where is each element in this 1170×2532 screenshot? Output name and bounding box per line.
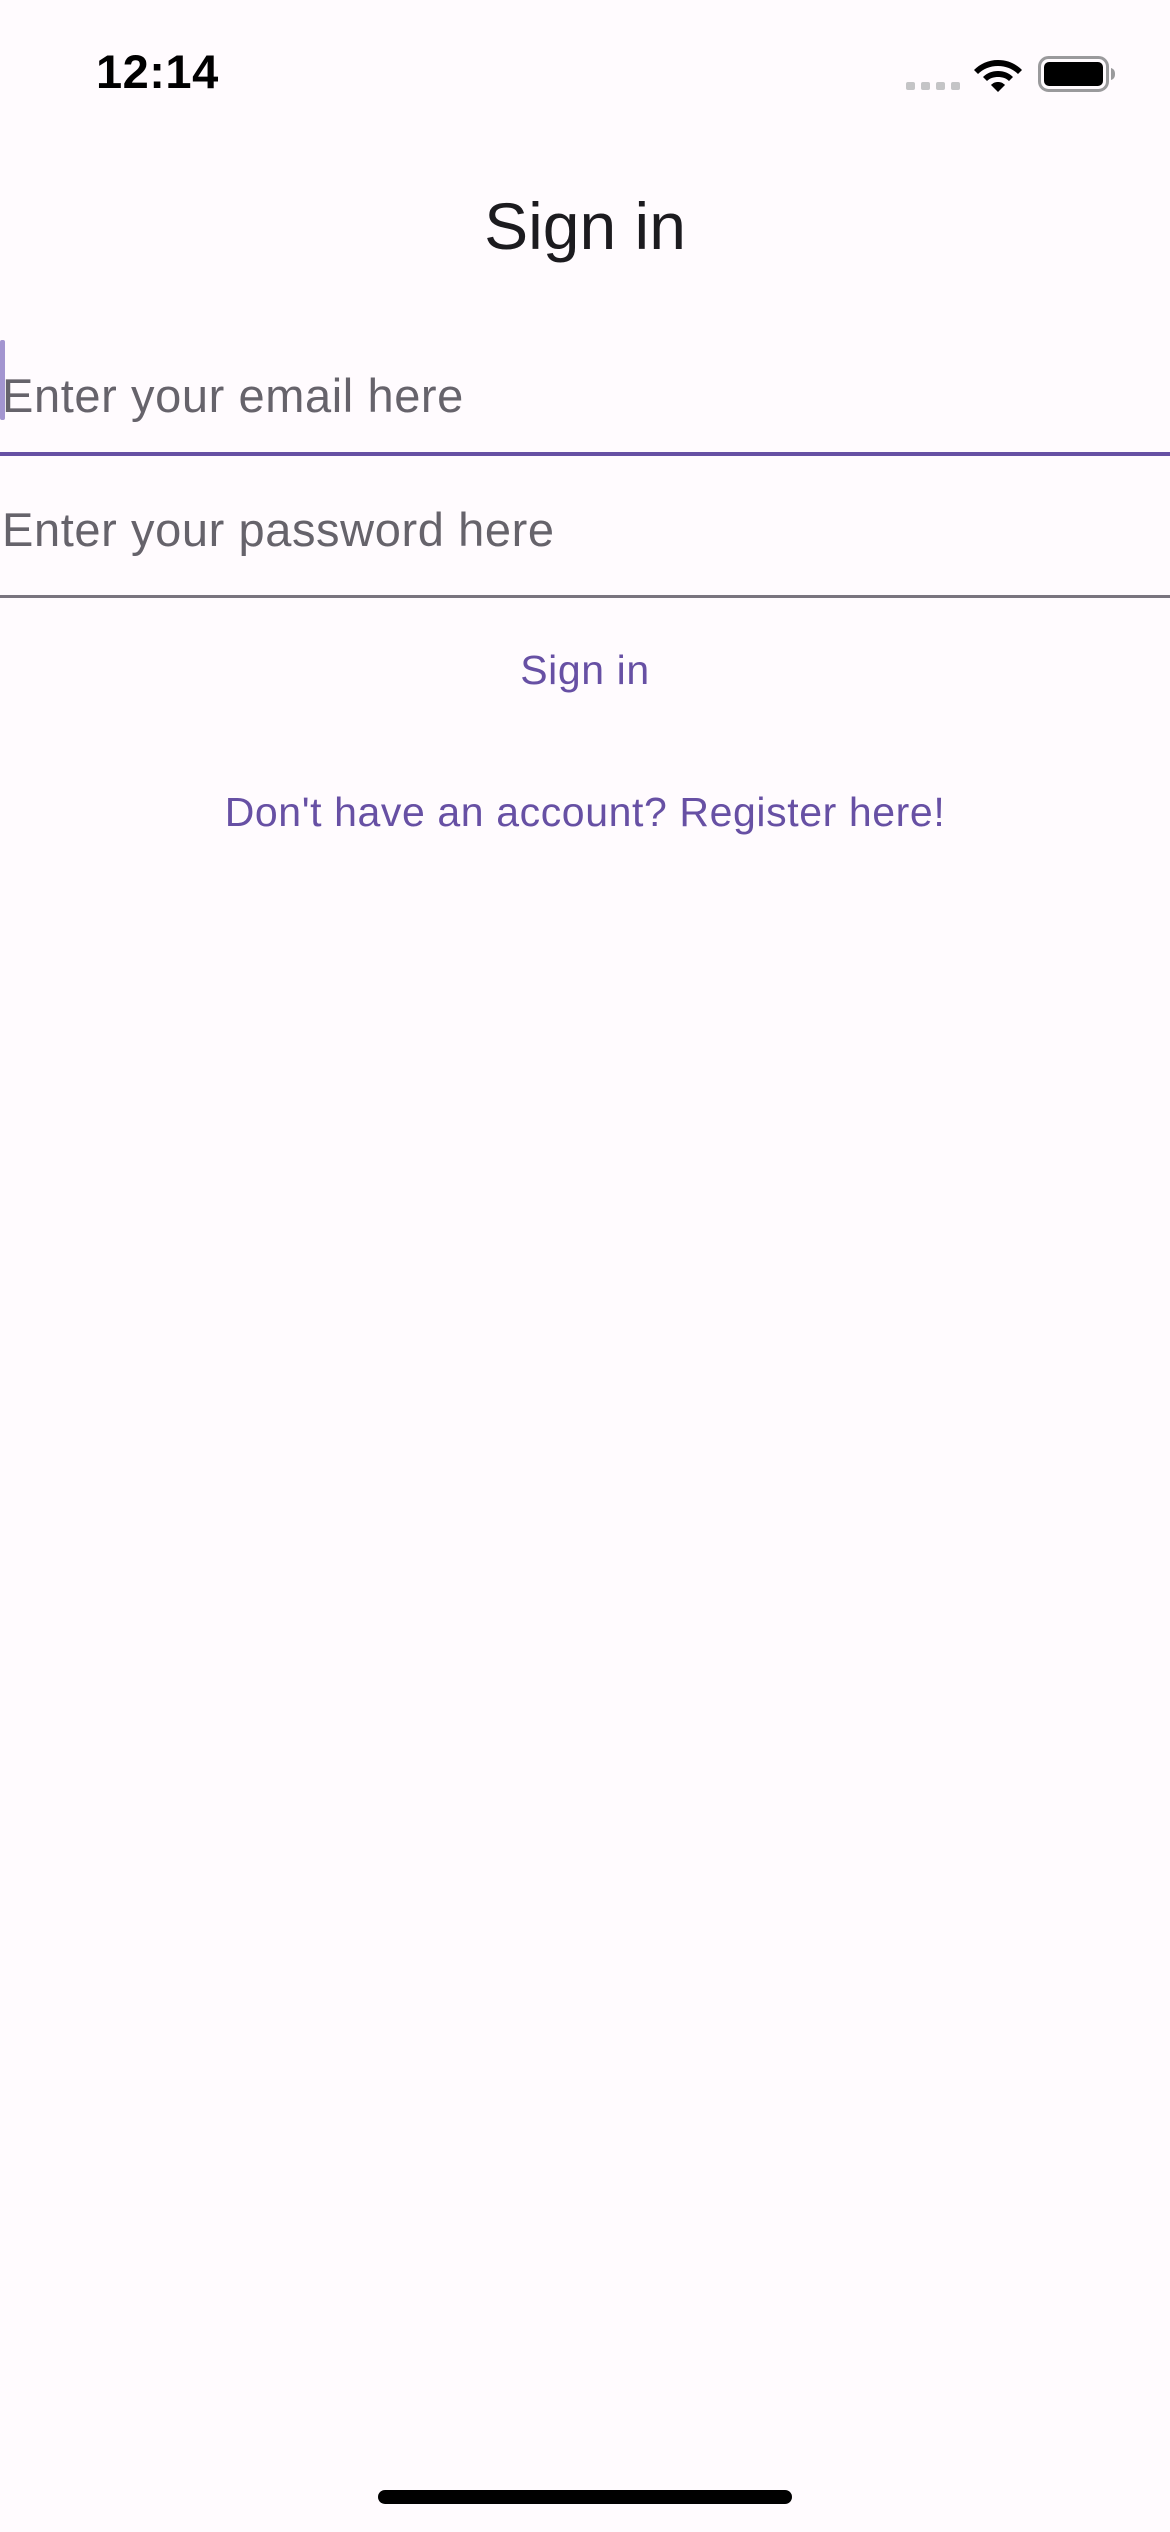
wifi-icon: [974, 60, 1022, 92]
page-title: Sign in: [484, 189, 686, 263]
email-field[interactable]: [0, 348, 1170, 456]
email-input[interactable]: [0, 360, 1170, 430]
home-indicator[interactable]: [378, 2490, 792, 2504]
status-bar: 12:14: [0, 0, 1170, 150]
signin-button[interactable]: Sign in: [0, 640, 1170, 700]
register-link[interactable]: Don't have an account? Register here!: [0, 782, 1170, 842]
status-time: 12:14: [96, 45, 219, 98]
password-field[interactable]: [0, 492, 1170, 598]
battery-icon: [1038, 56, 1115, 92]
cellular-signal-icon: [906, 82, 960, 90]
password-input[interactable]: [0, 494, 1170, 564]
